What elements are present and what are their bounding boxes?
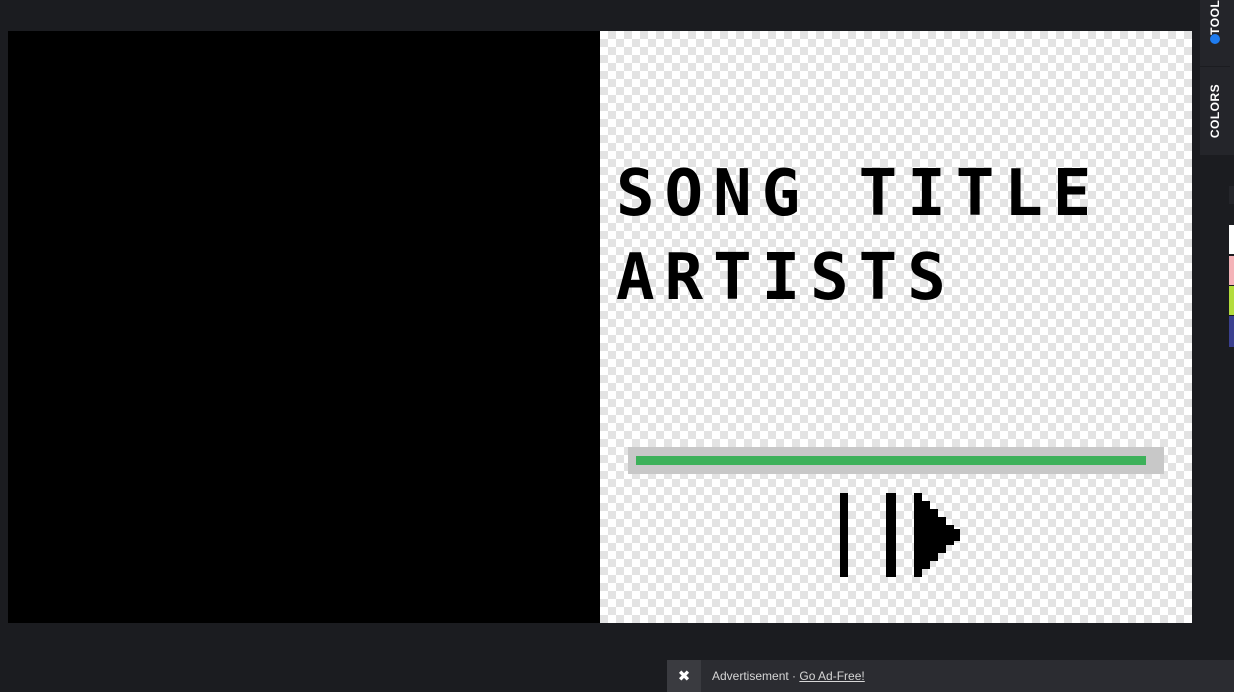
top-bar (0, 0, 1200, 30)
ad-text: Advertisement · Go Ad-Free! (712, 669, 865, 683)
active-tool-indicator (1210, 34, 1220, 44)
close-icon[interactable]: ✖ (667, 660, 701, 692)
color-swatch[interactable] (1229, 256, 1234, 285)
tab-colors-label: COLORS (1208, 83, 1222, 139)
preview-canvas[interactable] (8, 31, 600, 623)
ad-banner: ✖ Advertisement · Go Ad-Free! (667, 660, 1234, 692)
color-swatch[interactable] (1229, 225, 1234, 254)
progress-bar (628, 447, 1164, 474)
color-swatch[interactable] (1229, 316, 1234, 347)
progress-bar-fill (636, 456, 1146, 465)
color-swatch[interactable] (1229, 286, 1234, 315)
artists-text: ARTISTS (616, 241, 956, 315)
play-pause-icon (840, 493, 960, 577)
ad-label: Advertisement · (712, 669, 800, 683)
drawing-canvas[interactable]: SONG TITLE ARTISTS (600, 31, 1192, 623)
tab-colors[interactable]: COLORS (1200, 66, 1230, 155)
tab-tools-label: TOOLS (1208, 0, 1222, 35)
app-window: SONG TITLE ARTISTS TOOLS COLORS ✖ Advert… (0, 0, 1234, 692)
go-ad-free-link[interactable]: Go Ad-Free! (799, 669, 864, 683)
tab-tools[interactable]: TOOLS (1200, 0, 1230, 36)
song-title-text: SONG TITLE (616, 157, 1102, 231)
side-panel: TOOLS COLORS (1200, 0, 1234, 155)
color-swatch[interactable] (1229, 186, 1234, 204)
